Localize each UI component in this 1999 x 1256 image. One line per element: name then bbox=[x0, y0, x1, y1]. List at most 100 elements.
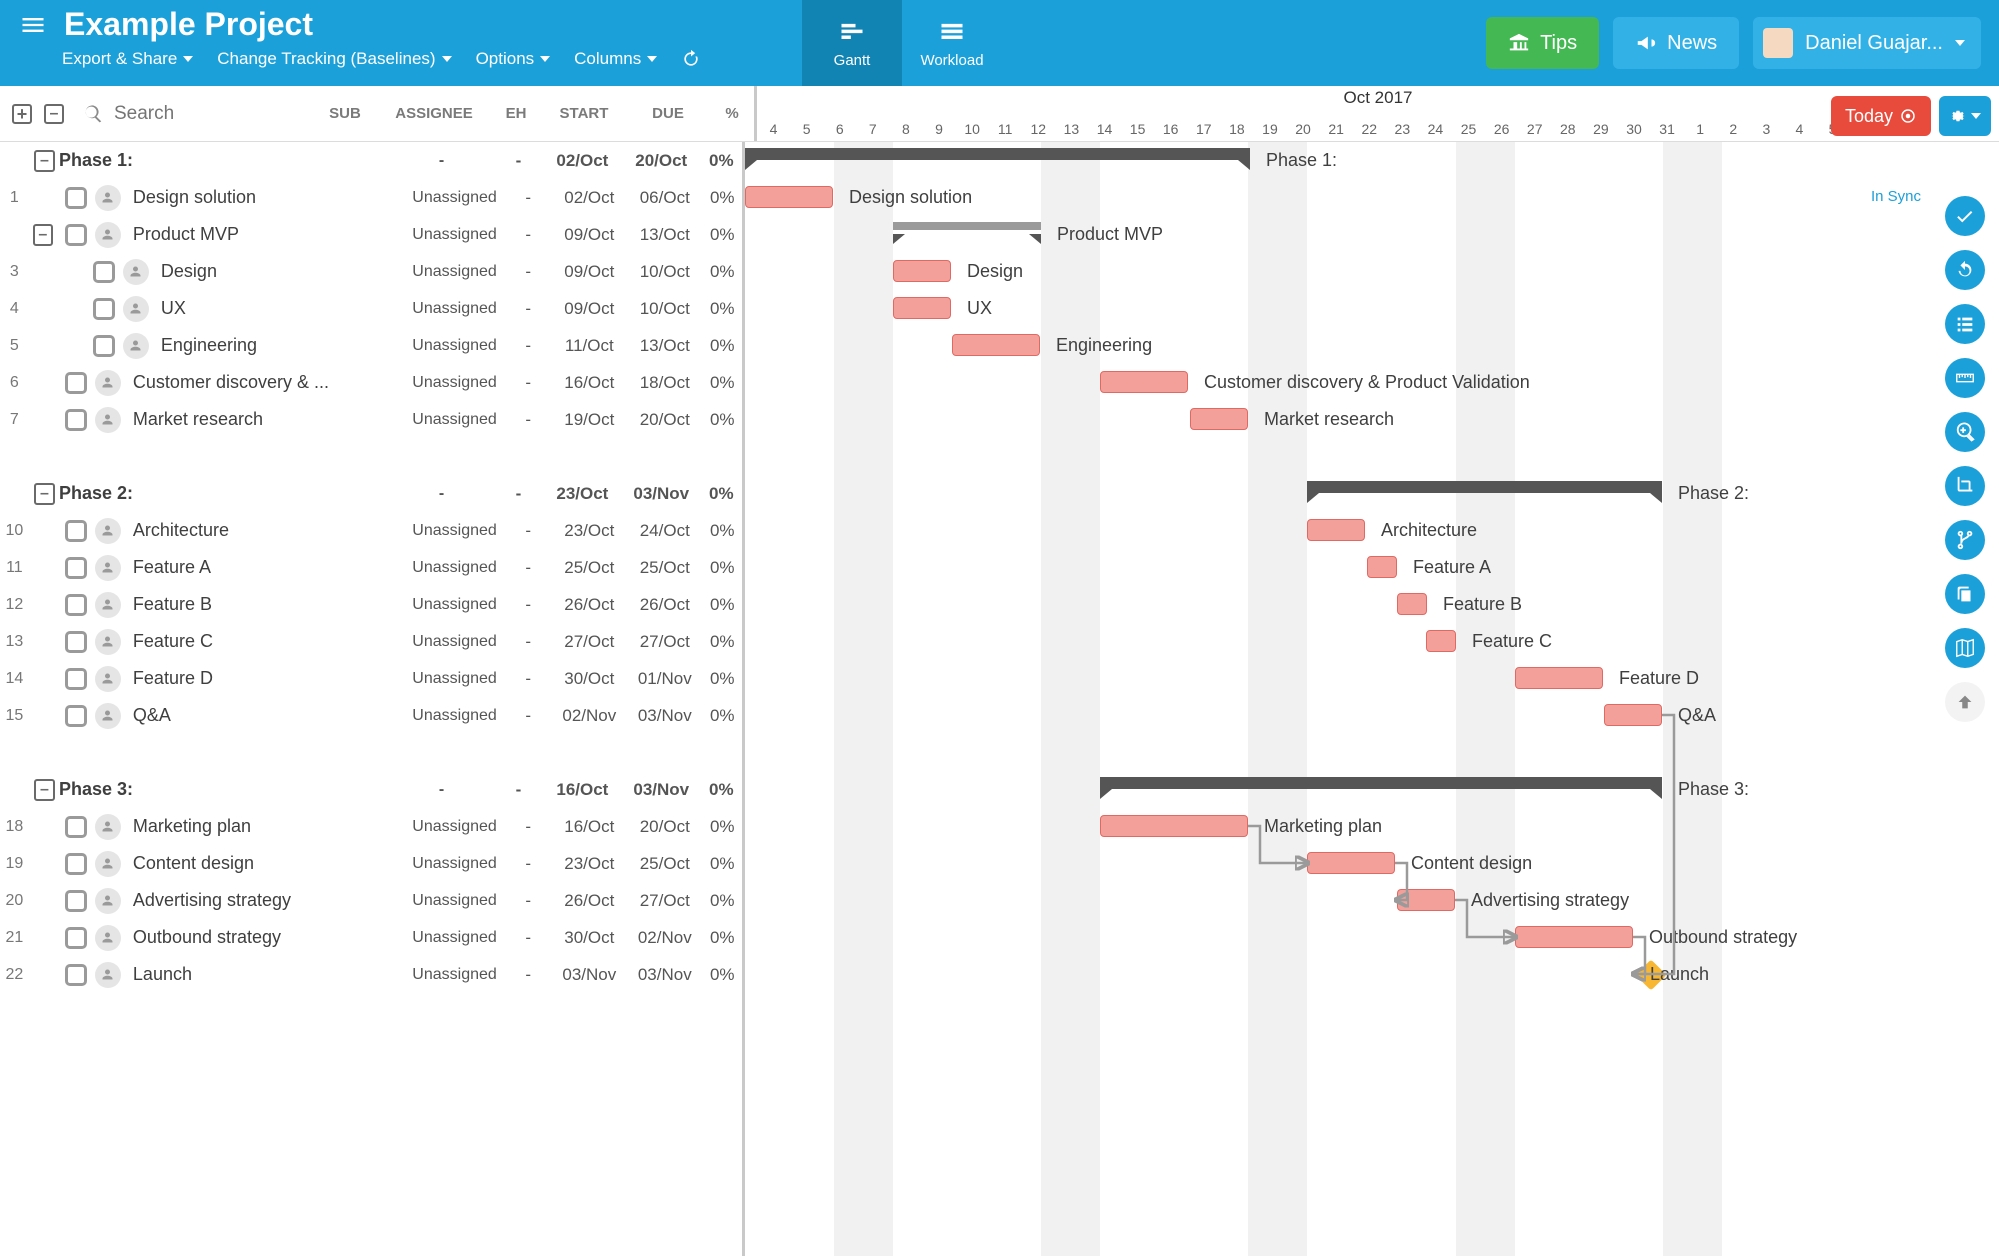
task-checkbox[interactable] bbox=[65, 816, 87, 838]
rail-check-button[interactable] bbox=[1945, 196, 1985, 236]
phase-row[interactable]: Phase 3: - - 16/Oct 03/Nov 0% bbox=[0, 771, 742, 808]
menu-options[interactable]: Options bbox=[476, 49, 551, 69]
task-row[interactable]: 1 Design solution Unassigned - 02/Oct 06… bbox=[0, 179, 742, 216]
task-checkbox[interactable] bbox=[65, 668, 87, 690]
rail-branch-button[interactable] bbox=[1945, 520, 1985, 560]
task-checkbox[interactable] bbox=[65, 520, 87, 542]
task-checkbox[interactable] bbox=[65, 964, 87, 986]
rail-up-button[interactable] bbox=[1945, 682, 1985, 722]
task-bar[interactable] bbox=[893, 297, 951, 319]
assignee-icon[interactable] bbox=[95, 925, 121, 951]
task-checkbox[interactable] bbox=[65, 705, 87, 727]
task-row[interactable]: 18 Marketing plan Unassigned - 16/Oct 20… bbox=[0, 808, 742, 845]
task-bar[interactable] bbox=[1515, 926, 1633, 948]
task-bar[interactable] bbox=[1397, 889, 1455, 911]
task-checkbox[interactable] bbox=[65, 927, 87, 949]
assignee-icon[interactable] bbox=[95, 370, 121, 396]
assignee-icon[interactable] bbox=[95, 851, 121, 877]
task-checkbox[interactable] bbox=[65, 890, 87, 912]
menu-export[interactable]: Export & Share bbox=[62, 49, 193, 69]
task-row[interactable]: 19 Content design Unassigned - 23/Oct 25… bbox=[0, 845, 742, 882]
task-checkbox[interactable] bbox=[93, 298, 115, 320]
col-due[interactable]: DUE bbox=[626, 105, 710, 122]
phase-bar[interactable] bbox=[893, 222, 1041, 230]
menu-tracking[interactable]: Change Tracking (Baselines) bbox=[217, 49, 451, 69]
phase-bar[interactable] bbox=[1100, 777, 1662, 789]
phase-bar[interactable] bbox=[1307, 481, 1662, 493]
rail-copy-button[interactable] bbox=[1945, 574, 1985, 614]
task-bar[interactable] bbox=[1307, 852, 1395, 874]
collapse-toggle[interactable] bbox=[33, 224, 53, 246]
today-button[interactable]: Today bbox=[1831, 96, 1931, 136]
col-start[interactable]: START bbox=[542, 105, 626, 122]
menu-icon[interactable] bbox=[16, 8, 50, 42]
refresh-button[interactable] bbox=[681, 49, 701, 69]
task-row[interactable]: 13 Feature C Unassigned - 27/Oct 27/Oct … bbox=[0, 623, 742, 660]
col-sub[interactable]: SUB bbox=[312, 105, 378, 122]
assignee-icon[interactable] bbox=[95, 962, 121, 988]
rail-list-button[interactable] bbox=[1945, 304, 1985, 344]
rail-zoom-button[interactable] bbox=[1945, 412, 1985, 452]
phase-row[interactable]: Phase 1: - - 02/Oct 20/Oct 0% bbox=[0, 142, 742, 179]
task-bar[interactable] bbox=[1100, 815, 1248, 837]
assignee-icon[interactable] bbox=[95, 888, 121, 914]
collapse-toggle[interactable] bbox=[34, 150, 55, 172]
assignee-icon[interactable] bbox=[123, 296, 149, 322]
assignee-icon[interactable] bbox=[95, 555, 121, 581]
assignee-icon[interactable] bbox=[123, 259, 149, 285]
task-row[interactable]: 4 UX Unassigned - 09/Oct 10/Oct 0% bbox=[0, 290, 742, 327]
task-checkbox[interactable] bbox=[93, 335, 115, 357]
assignee-icon[interactable] bbox=[95, 703, 121, 729]
assignee-icon[interactable] bbox=[95, 185, 121, 211]
task-row[interactable]: 22 Launch Unassigned - 03/Nov 03/Nov 0% bbox=[0, 956, 742, 993]
rail-ruler-button[interactable] bbox=[1945, 358, 1985, 398]
task-bar[interactable] bbox=[893, 260, 951, 282]
task-bar[interactable] bbox=[745, 186, 833, 208]
task-bar[interactable] bbox=[1604, 704, 1662, 726]
news-button[interactable]: News bbox=[1613, 17, 1739, 69]
task-checkbox[interactable] bbox=[65, 372, 87, 394]
task-row[interactable]: 11 Feature A Unassigned - 25/Oct 25/Oct … bbox=[0, 549, 742, 586]
gantt-canvas[interactable]: Phase 1:Design solutionProduct MVPDesign… bbox=[745, 142, 1999, 1256]
col-pct[interactable]: % bbox=[710, 105, 754, 122]
collapse-toggle[interactable] bbox=[34, 483, 55, 505]
task-checkbox[interactable] bbox=[93, 261, 115, 283]
task-row[interactable]: 10 Architecture Unassigned - 23/Oct 24/O… bbox=[0, 512, 742, 549]
collapse-all-button[interactable] bbox=[44, 104, 64, 124]
user-menu[interactable]: Daniel Guajar... bbox=[1753, 17, 1981, 69]
col-assignee[interactable]: ASSIGNEE bbox=[378, 105, 490, 122]
task-row[interactable]: 20 Advertising strategy Unassigned - 26/… bbox=[0, 882, 742, 919]
task-row[interactable]: 3 Design Unassigned - 09/Oct 10/Oct 0% bbox=[0, 253, 742, 290]
tips-button[interactable]: Tips bbox=[1486, 17, 1599, 69]
rail-undo-button[interactable] bbox=[1945, 250, 1985, 290]
task-row[interactable]: 7 Market research Unassigned - 19/Oct 20… bbox=[0, 401, 742, 438]
task-row[interactable]: 14 Feature D Unassigned - 30/Oct 01/Nov … bbox=[0, 660, 742, 697]
assignee-icon[interactable] bbox=[95, 518, 121, 544]
phase-bar[interactable] bbox=[745, 148, 1250, 160]
task-bar[interactable] bbox=[1307, 519, 1365, 541]
assignee-icon[interactable] bbox=[95, 666, 121, 692]
task-row[interactable]: 15 Q&A Unassigned - 02/Nov 03/Nov 0% bbox=[0, 697, 742, 734]
task-bar[interactable] bbox=[1426, 630, 1456, 652]
task-checkbox[interactable] bbox=[65, 594, 87, 616]
task-checkbox[interactable] bbox=[65, 224, 87, 246]
task-row[interactable]: Product MVP Unassigned - 09/Oct 13/Oct 0… bbox=[0, 216, 742, 253]
task-checkbox[interactable] bbox=[65, 557, 87, 579]
rail-map-button[interactable] bbox=[1945, 628, 1985, 668]
assignee-icon[interactable] bbox=[95, 222, 121, 248]
assignee-icon[interactable] bbox=[95, 592, 121, 618]
expand-all-button[interactable] bbox=[12, 104, 32, 124]
tab-workload[interactable]: Workload bbox=[902, 0, 1002, 86]
task-bar[interactable] bbox=[1100, 371, 1188, 393]
task-bar[interactable] bbox=[1190, 408, 1248, 430]
task-checkbox[interactable] bbox=[65, 853, 87, 875]
assignee-icon[interactable] bbox=[123, 333, 149, 359]
settings-button[interactable] bbox=[1939, 96, 1991, 136]
task-row[interactable]: 21 Outbound strategy Unassigned - 30/Oct… bbox=[0, 919, 742, 956]
phase-row[interactable]: Phase 2: - - 23/Oct 03/Nov 0% bbox=[0, 475, 742, 512]
task-bar[interactable] bbox=[1367, 556, 1397, 578]
tab-gantt[interactable]: Gantt bbox=[802, 0, 902, 86]
search-input[interactable] bbox=[114, 103, 274, 125]
task-bar[interactable] bbox=[952, 334, 1040, 356]
assignee-icon[interactable] bbox=[95, 814, 121, 840]
